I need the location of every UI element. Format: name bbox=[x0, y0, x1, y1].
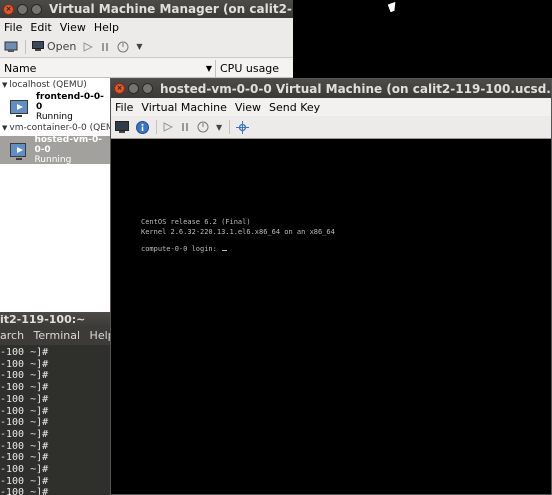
vm-console-window: × hosted-vm-0-0-0 Virtual Machine (on ca… bbox=[110, 78, 552, 495]
console-title: hosted-vm-0-0-0 Virtual Machine (on cali… bbox=[160, 81, 551, 96]
info-icon bbox=[136, 120, 149, 134]
close-icon[interactable]: × bbox=[114, 83, 125, 94]
run-button[interactable] bbox=[163, 122, 173, 132]
login-prompt-text: compute-0-0 login: bbox=[141, 245, 222, 253]
vm-list: ▼ localhost (QEMU) frontend-0-0-0 Running… bbox=[0, 78, 124, 312]
connection-label: localhost (QEMU) bbox=[9, 80, 87, 90]
menu-virtual-machine[interactable]: Virtual Machine bbox=[137, 101, 231, 114]
fullscreen-icon bbox=[236, 120, 250, 134]
menu-edit[interactable]: Edit bbox=[26, 21, 55, 34]
terminal-line: -100 ~]# bbox=[0, 464, 49, 476]
vm-name: frontend-0-0-0 bbox=[35, 92, 104, 112]
terminal-output[interactable]: -100 ~]# -100 ~]# -100 ~]# -100 ~]# -100 ~]#… bbox=[0, 345, 112, 495]
pause-icon bbox=[102, 42, 109, 51]
toolbar-separator bbox=[229, 120, 231, 134]
terminal-line: -100 ~]# bbox=[0, 382, 49, 394]
terminal-menubar: arch Terminal Help bbox=[0, 327, 112, 345]
terminal-line: -100 ~]# bbox=[0, 487, 49, 495]
run-button[interactable] bbox=[83, 41, 94, 52]
pause-button[interactable] bbox=[100, 42, 110, 52]
new-vm-icon bbox=[4, 41, 18, 52]
pause-button[interactable] bbox=[180, 122, 190, 132]
terminal-line: -100 ~]# bbox=[0, 405, 49, 417]
menu-terminal[interactable]: Terminal bbox=[34, 329, 81, 342]
show-console-button[interactable] bbox=[115, 121, 129, 133]
vm-running-icon bbox=[10, 100, 28, 117]
open-label: Open bbox=[47, 40, 77, 53]
console-menubar: File Virtual Machine View Send Key bbox=[111, 98, 551, 116]
terminal-window: it2-119-100:~ arch Terminal Help -100 ~]… bbox=[0, 312, 112, 495]
monitor-icon bbox=[32, 41, 44, 51]
open-button[interactable]: Open bbox=[32, 40, 76, 53]
expander-icon[interactable]: ▼ bbox=[2, 81, 7, 89]
menu-help[interactable]: Help bbox=[90, 21, 123, 34]
shutdown-dropdown-icon[interactable]: ▼ bbox=[216, 123, 222, 132]
minimize-icon[interactable] bbox=[128, 83, 139, 94]
column-name[interactable]: Name ▼ bbox=[0, 60, 216, 77]
power-icon bbox=[117, 41, 129, 52]
vmm-toolbar: Open ▼ bbox=[0, 36, 293, 58]
terminal-line: -100 ~]# bbox=[0, 370, 49, 382]
expander-icon[interactable]: ▼ bbox=[2, 124, 7, 132]
menu-send-key[interactable]: Send Key bbox=[265, 101, 324, 114]
terminal-line: -100 ~]# bbox=[0, 440, 49, 452]
console-icon bbox=[115, 121, 129, 133]
menu-view[interactable]: View bbox=[56, 21, 90, 34]
terminal-title[interactable]: it2-119-100:~ bbox=[0, 312, 112, 327]
close-icon[interactable]: × bbox=[3, 3, 14, 15]
terminal-line: -100 ~]# bbox=[0, 393, 49, 405]
terminal-line: -100 ~]# bbox=[0, 347, 49, 358]
terminal-line: -100 ~]# bbox=[0, 452, 49, 464]
toolbar-separator bbox=[25, 39, 26, 54]
connection-localhost[interactable]: ▼ localhost (QEMU) bbox=[0, 78, 110, 93]
column-cpu[interactable]: CPU usage bbox=[216, 60, 279, 77]
vmm-titlebar[interactable]: × Virtual Machine Manager (on calit2-119… bbox=[0, 0, 293, 18]
menu-file[interactable]: File bbox=[0, 21, 26, 34]
terminal-line: -100 ~]# bbox=[0, 358, 49, 370]
vm-row-frontend[interactable]: frontend-0-0-0 Running bbox=[0, 92, 110, 122]
show-details-button[interactable] bbox=[136, 120, 149, 134]
terminal-line: -100 ~]# bbox=[0, 475, 49, 487]
minimize-icon[interactable] bbox=[17, 3, 28, 15]
screen-line-release: CentOS release 6.2 (Final) bbox=[141, 218, 251, 226]
vmm-title: Virtual Machine Manager (on calit2-119-1… bbox=[49, 2, 293, 16]
vm-list-header: Name ▼ CPU usage bbox=[0, 60, 293, 78]
column-name-label: Name bbox=[4, 62, 37, 75]
maximize-icon[interactable] bbox=[142, 83, 153, 94]
maximize-icon[interactable] bbox=[31, 3, 42, 15]
run-icon bbox=[163, 122, 173, 132]
text-cursor bbox=[222, 250, 228, 251]
toolbar-separator bbox=[156, 120, 157, 134]
connection-label: vm-container-0-0 (QEMU) bbox=[9, 123, 124, 133]
shutdown-button[interactable] bbox=[197, 121, 209, 133]
screen-line-kernel: Kernel 2.6.32-220.13.1.el6.x86_64 on an … bbox=[141, 228, 335, 236]
pause-icon bbox=[182, 123, 188, 131]
new-vm-button[interactable] bbox=[4, 41, 18, 53]
vm-screen[interactable]: CentOS release 6.2 (Final) Kernel 2.6.32… bbox=[111, 139, 551, 494]
vm-name: hosted-vm-0-0-0 bbox=[34, 135, 102, 155]
vmm-menubar: File Edit View Help bbox=[0, 18, 293, 36]
fullscreen-button[interactable] bbox=[236, 120, 250, 134]
vm-status: Running bbox=[34, 155, 72, 165]
connection-vm-container[interactable]: ▼ vm-container-0-0 (QEMU) bbox=[0, 121, 124, 136]
run-icon bbox=[83, 41, 94, 52]
console-toolbar: ▼ bbox=[111, 116, 551, 139]
terminal-line: -100 ~]# bbox=[0, 428, 49, 440]
console-titlebar[interactable]: × hosted-vm-0-0-0 Virtual Machine (on ca… bbox=[111, 79, 551, 98]
shutdown-button[interactable] bbox=[117, 41, 129, 53]
sort-arrow-icon: ▼ bbox=[205, 64, 212, 73]
menu-file[interactable]: File bbox=[111, 101, 137, 114]
vm-running-icon bbox=[10, 143, 27, 160]
vm-row-hosted[interactable]: hosted-vm-0-0-0 Running bbox=[0, 135, 110, 165]
menu-help[interactable]: Help bbox=[90, 329, 112, 342]
power-icon bbox=[197, 121, 209, 133]
screen-login-prompt: compute-0-0 login: bbox=[141, 245, 228, 253]
column-cpu-label: CPU usage bbox=[220, 62, 280, 75]
shutdown-dropdown-icon[interactable]: ▼ bbox=[136, 42, 142, 51]
terminal-line: -100 ~]# bbox=[0, 417, 49, 429]
menu-search[interactable]: arch bbox=[0, 329, 24, 342]
menu-view[interactable]: View bbox=[231, 101, 265, 114]
